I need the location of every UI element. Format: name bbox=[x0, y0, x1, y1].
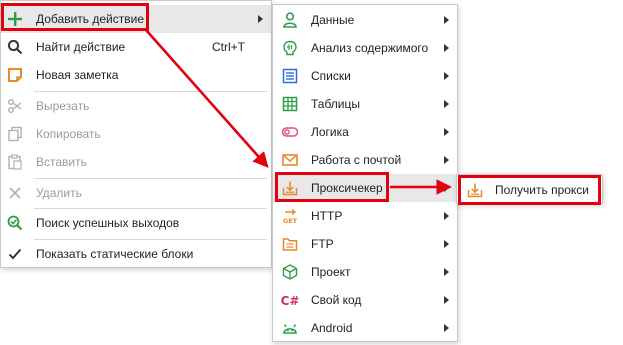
menu-item-label: Удалить bbox=[36, 186, 82, 200]
submenu-item-label: Работа с почтой bbox=[311, 153, 402, 167]
submenu-arrow-icon bbox=[258, 15, 263, 23]
menu-item-copy[interactable]: Копировать bbox=[1, 120, 271, 148]
submenu-arrow-icon bbox=[444, 100, 449, 108]
submenu-item-label: Свой код bbox=[311, 293, 362, 307]
menu-item-show-static-blocks[interactable]: Показать статические блоки bbox=[1, 240, 271, 268]
submenu-item-label: FTP bbox=[311, 237, 334, 251]
menu-item-label: Новая заметка bbox=[36, 68, 119, 82]
menu-item-label: Добавить действие bbox=[36, 12, 144, 26]
submenu-item-http[interactable]: GET HTTP bbox=[273, 202, 457, 230]
delete-icon bbox=[6, 184, 24, 202]
project-cube-icon bbox=[281, 263, 299, 281]
submenu-arrow-icon bbox=[444, 240, 449, 248]
submenu-item-label: Анализ содержимого bbox=[311, 41, 429, 55]
menu-item-cut[interactable]: Вырезать bbox=[1, 92, 271, 120]
submenu-item-label: Таблицы bbox=[311, 97, 361, 111]
submenu-item-label: Проект bbox=[311, 265, 351, 279]
submenu-item-content-analysis[interactable]: Анализ содержимого bbox=[273, 34, 457, 62]
svg-text:C#: C# bbox=[281, 294, 299, 308]
proxy-download-icon bbox=[466, 181, 484, 199]
submenu-item-data[interactable]: Данные bbox=[273, 6, 457, 34]
submenu-item-custom-code[interactable]: C# Свой код bbox=[273, 286, 457, 314]
submenu-item-get-proxy[interactable]: Получить прокси bbox=[457, 175, 602, 203]
submenu-arrow-icon bbox=[444, 296, 449, 304]
note-icon bbox=[6, 66, 24, 84]
submenu-item-mail[interactable]: Работа с почтой bbox=[273, 146, 457, 174]
submenu-item-lists[interactable]: Списки bbox=[273, 62, 457, 90]
add-action-submenu: Данные Анализ содержимого Списки Таблицы bbox=[272, 4, 458, 342]
submenu-arrow-icon bbox=[444, 184, 449, 192]
submenu-arrow-icon bbox=[444, 128, 449, 136]
menu-item-label: Вставить bbox=[36, 155, 87, 169]
csharp-icon: C# bbox=[281, 291, 299, 309]
shortcut-label: Ctrl+T bbox=[212, 40, 245, 54]
submenu-item-label: Получить прокси bbox=[495, 183, 590, 197]
menu-item-find-action[interactable]: Найти действие Ctrl+T bbox=[1, 33, 271, 61]
proxychecker-submenu: Получить прокси bbox=[456, 174, 603, 204]
http-get-icon: GET bbox=[281, 207, 299, 225]
menu-item-label: Найти действие bbox=[36, 40, 126, 54]
submenu-arrow-icon bbox=[444, 72, 449, 80]
submenu-item-label: Логика bbox=[311, 125, 349, 139]
menu-item-label: Копировать bbox=[36, 127, 101, 141]
submenu-item-label: Android bbox=[311, 321, 353, 335]
submenu-arrow-icon bbox=[444, 212, 449, 220]
proxy-download-icon bbox=[281, 179, 299, 197]
search-success-icon bbox=[6, 214, 24, 232]
menu-item-delete[interactable]: Удалить bbox=[1, 179, 271, 207]
menu-item-search-success-outputs[interactable]: Поиск успешных выходов bbox=[1, 209, 271, 237]
logic-toggle-icon bbox=[281, 123, 299, 141]
menu-item-label: Поиск успешных выходов bbox=[36, 216, 180, 230]
user-data-icon bbox=[281, 11, 299, 29]
submenu-arrow-icon bbox=[444, 268, 449, 276]
menu-item-paste[interactable]: Вставить bbox=[1, 148, 271, 176]
menu-item-label: Показать статические блоки bbox=[36, 247, 194, 261]
search-icon bbox=[6, 38, 24, 56]
android-icon bbox=[281, 319, 299, 337]
submenu-item-proxychecker[interactable]: Проксичекер bbox=[273, 174, 457, 202]
paste-icon bbox=[6, 153, 24, 171]
scissors-icon bbox=[6, 97, 24, 115]
menu-item-label: Вырезать bbox=[36, 99, 90, 113]
submenu-item-label: HTTP bbox=[311, 209, 343, 223]
submenu-item-ftp[interactable]: FTP bbox=[273, 230, 457, 258]
ftp-icon bbox=[281, 235, 299, 253]
table-icon bbox=[281, 95, 299, 113]
submenu-item-android[interactable]: Android bbox=[273, 314, 457, 342]
submenu-item-project[interactable]: Проект bbox=[273, 258, 457, 286]
plus-icon bbox=[6, 10, 24, 28]
submenu-arrow-icon bbox=[444, 16, 449, 24]
submenu-item-label: Данные bbox=[311, 13, 355, 27]
context-menu-stage: Добавить действие Найти действие Ctrl+T … bbox=[0, 0, 623, 345]
submenu-item-label: Проксичекер bbox=[311, 181, 383, 195]
submenu-item-logic[interactable]: Логика bbox=[273, 118, 457, 146]
submenu-arrow-icon bbox=[444, 324, 449, 332]
menu-item-new-note[interactable]: Новая заметка bbox=[1, 61, 271, 89]
submenu-arrow-icon bbox=[444, 44, 449, 52]
mail-icon bbox=[281, 151, 299, 169]
submenu-item-label: Списки bbox=[311, 69, 351, 83]
svg-text:GET: GET bbox=[283, 217, 298, 225]
submenu-item-tables[interactable]: Таблицы bbox=[273, 90, 457, 118]
menu-item-add-action[interactable]: Добавить действие bbox=[1, 5, 271, 33]
submenu-arrow-icon bbox=[444, 156, 449, 164]
list-icon bbox=[281, 67, 299, 85]
main-context-menu: Добавить действие Найти действие Ctrl+T … bbox=[0, 0, 272, 268]
brain-analysis-icon bbox=[281, 39, 299, 57]
checkmark-icon bbox=[6, 245, 24, 263]
copy-icon bbox=[6, 125, 24, 143]
